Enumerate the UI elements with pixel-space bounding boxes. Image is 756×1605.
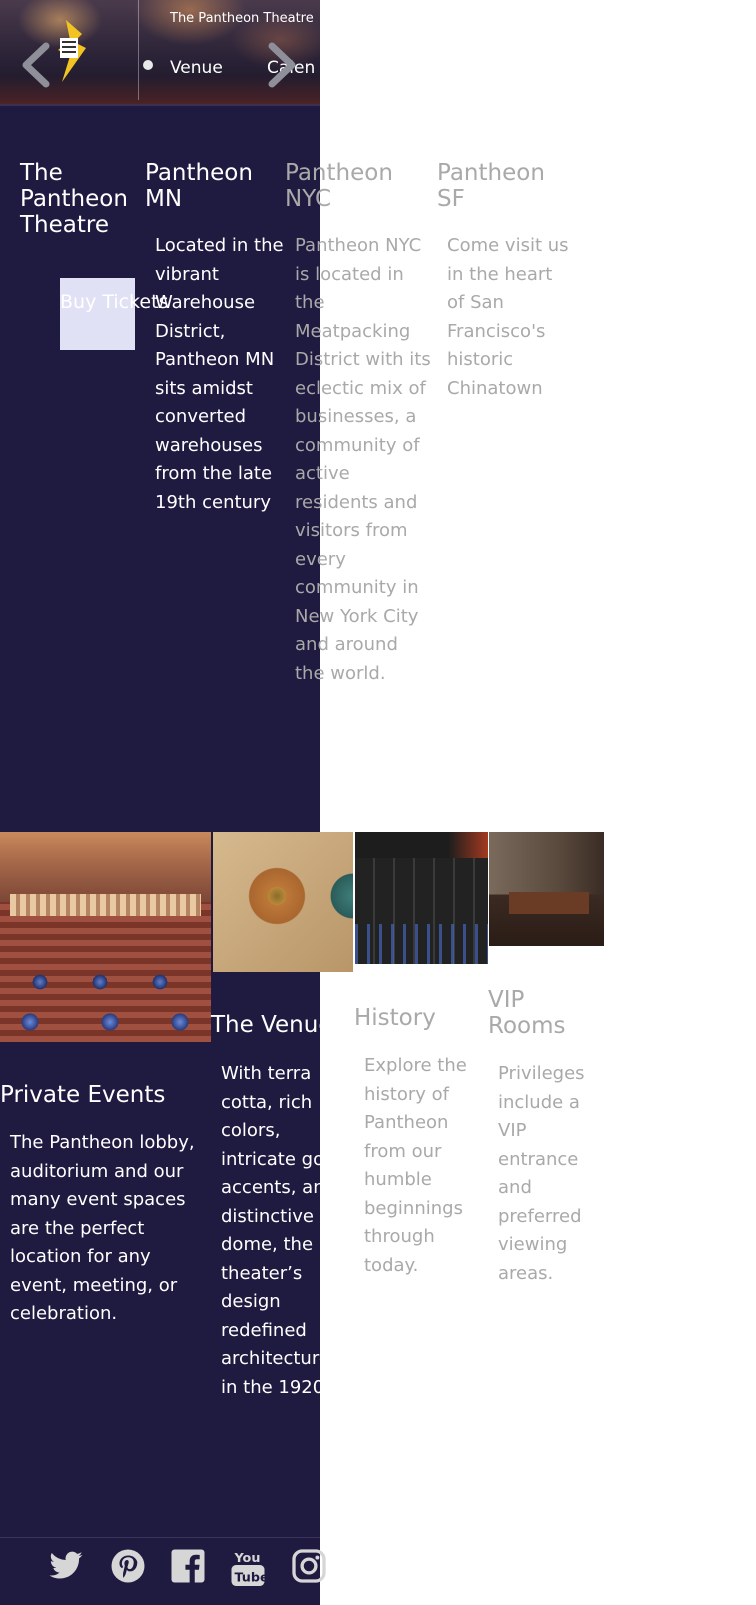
twitter-icon[interactable] (48, 1548, 84, 1584)
instagram-icon[interactable] (291, 1548, 327, 1584)
feature-text-history: Explore the history of Pantheon from our… (364, 1055, 467, 1276)
feature-text-private-events: The Pantheon lobby, auditorium and our m… (10, 1132, 195, 1324)
location-title-sf: Pantheon SF (437, 160, 545, 212)
feature-title-private-events[interactable]: Private Events (0, 1082, 210, 1108)
location-text-nyc: Pantheon NYC is located in the Meatpacki… (295, 235, 431, 684)
chevron-right-icon[interactable] (266, 42, 300, 88)
pantheon-logo[interactable] (52, 20, 90, 82)
location-title-nyc: Pantheon NYC (285, 160, 393, 212)
youtube-icon[interactable]: You Tube (230, 1548, 266, 1588)
nav-venue[interactable]: Venue (170, 58, 223, 78)
feature-text-vip-rooms: Privileges include a VIP entrance and pr… (498, 1063, 585, 1284)
facebook-icon[interactable] (170, 1548, 206, 1584)
site-title: The Pantheon Theatre (170, 11, 314, 26)
buy-tickets-button[interactable]: Buy Tickets (60, 278, 168, 350)
chevron-left-icon[interactable] (18, 42, 52, 88)
header-banner: The Pantheon Theatre Venue Calen (0, 0, 320, 106)
history-image[interactable] (355, 832, 488, 964)
location-title-mn: Pantheon MN (145, 160, 253, 212)
location-text-sf: Come visit us in the heart of San Franci… (447, 235, 569, 399)
header-divider (138, 0, 139, 100)
feature-title-vip-rooms[interactable]: VIP Rooms (488, 987, 608, 1039)
svg-text:You: You (234, 1551, 261, 1566)
header-divider-line (0, 104, 320, 106)
location-text-mn: Located in the vibrant Warehouse Distric… (155, 235, 284, 513)
private-events-image[interactable] (0, 832, 211, 1042)
pinterest-icon[interactable] (110, 1548, 146, 1584)
feature-text-venue: With terra cotta, rich colors, intricate… (221, 1063, 341, 1398)
vip-rooms-image[interactable] (489, 832, 604, 946)
footer-divider (0, 1537, 320, 1538)
feature-title-history[interactable]: History (354, 1005, 484, 1031)
location-title-theatre: The Pantheon Theatre (20, 160, 128, 238)
nav-bullet (143, 60, 153, 70)
feature-title-venue[interactable]: The Venue (211, 1012, 361, 1038)
svg-text:Tube: Tube (235, 1571, 267, 1586)
venue-image[interactable] (213, 832, 353, 972)
